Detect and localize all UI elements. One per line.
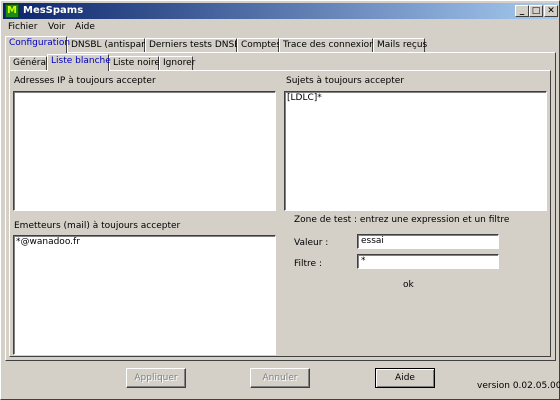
menu-fichier[interactable]: Fichier — [8, 20, 37, 34]
maximize-button[interactable]: □ — [529, 5, 543, 17]
minimize-button[interactable]: _ — [515, 5, 529, 17]
tab-trace-des-connexions[interactable]: Trace des connexions — [279, 38, 380, 53]
filtre-label: Filtre : — [294, 259, 322, 269]
senders-list-label: Emetteurs (mail) à toujours accepter — [14, 221, 181, 231]
subjects-list[interactable]: [LDLC]* — [284, 91, 547, 211]
aide-button[interactable]: Aide — [375, 368, 435, 388]
senders-list[interactable]: *@wanadoo.fr — [13, 235, 276, 355]
version-label: version 0.02.05.00 — [477, 381, 560, 391]
title-bar[interactable]: M MesSpams _ □ ✕ — [3, 3, 558, 19]
tab-mails-recus[interactable]: Mails reçus — [373, 38, 427, 53]
ip-list[interactable] — [13, 91, 276, 211]
annuler-button[interactable]: Annuler — [250, 368, 310, 388]
window-title: MesSpams — [23, 5, 84, 16]
tab-comptes[interactable]: Comptes — [237, 38, 281, 53]
list-item[interactable]: *@wanadoo.fr — [16, 237, 273, 248]
valeur-label: Valeur : — [294, 238, 329, 248]
appliquer-button[interactable]: Appliquer — [126, 368, 186, 388]
close-button[interactable]: ✕ — [544, 5, 558, 17]
tab-liste-blanche[interactable]: Liste blanche — [47, 54, 111, 71]
test-result: ok — [403, 280, 414, 290]
menu-voir[interactable]: Voir — [48, 20, 65, 34]
ip-list-label: Adresses IP à toujours accepter — [14, 76, 156, 86]
filtre-input[interactable]: * — [357, 254, 499, 269]
menu-bar: Fichier Voir Aide — [3, 20, 557, 34]
tab-dnsbl-antispam[interactable]: DNSBL (antispam) — [67, 38, 153, 53]
valeur-input[interactable]: essai — [357, 234, 499, 249]
tab-ignorer[interactable]: Ignorer — [159, 56, 195, 71]
app-icon: M — [5, 4, 19, 18]
subjects-list-label: Sujets à toujours accepter — [286, 76, 405, 86]
tab-general[interactable]: Général — [9, 56, 48, 71]
tab-configuration[interactable]: Configuration — [5, 36, 70, 53]
test-zone-title: Zone de test : entrez une expression et … — [294, 215, 510, 225]
tab-derniers-tests-dnsbl[interactable]: Derniers tests DNSBL — [145, 38, 245, 53]
main-window: M MesSpams _ □ ✕ Fichier Voir Aide Confi… — [0, 0, 560, 400]
tab-liste-noire[interactable]: Liste noire — [109, 56, 160, 71]
list-item[interactable]: [LDLC]* — [287, 93, 544, 104]
menu-aide[interactable]: Aide — [75, 20, 95, 34]
